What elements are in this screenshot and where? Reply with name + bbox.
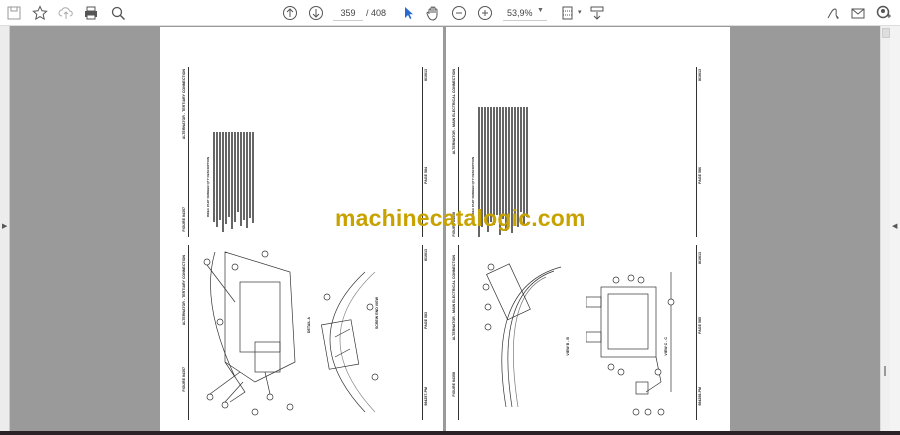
scroll-position-marker	[884, 366, 886, 376]
footer-rule	[696, 67, 697, 237]
parts-list	[213, 132, 254, 232]
view-label: VIEW B - B	[566, 337, 570, 356]
watermark: machinecatalogic.com	[335, 205, 586, 231]
toolbar: / 408 53,9% ▼ ▾	[0, 0, 900, 26]
print-icon[interactable]	[81, 3, 101, 23]
scroll-mode-icon[interactable]	[587, 3, 607, 23]
zoom-level-value: 53,9%	[507, 8, 533, 18]
footer-date: 8/19/13	[424, 69, 428, 81]
taskbar-strip	[0, 431, 900, 435]
figure-title: ALTERNATOR - MAIN ELECTRICAL CONNECTION	[452, 255, 456, 341]
bookmark-star-icon[interactable]	[30, 3, 50, 23]
view-b-drawing	[482, 263, 562, 408]
email-icon[interactable]	[848, 3, 868, 23]
save-icon[interactable]	[4, 3, 24, 23]
left-panel-toggle[interactable]: ▶	[0, 26, 10, 431]
figure-title: ALTERNATOR - TERTIARY CONNECTION	[182, 69, 186, 140]
chevron-down-icon[interactable]: ▼	[537, 7, 544, 14]
figure-label: FIGURE 84357	[182, 207, 186, 232]
footer-page: PAGE 586	[698, 167, 702, 184]
header-rule	[188, 245, 189, 420]
footer-date: 8/19/13	[424, 249, 428, 261]
right-panel-toggle[interactable]: ◀	[890, 26, 900, 431]
previous-page-button[interactable]	[280, 3, 300, 23]
scrollbar-thumb[interactable]	[882, 28, 890, 38]
alternator-detail-drawing	[203, 250, 296, 416]
hand-tool-icon[interactable]	[423, 3, 443, 23]
figure-label: FIGURE 84358	[452, 372, 456, 397]
page-fit-icon[interactable]	[558, 3, 578, 23]
footer-date: 8/19/13	[698, 252, 702, 264]
zoom-out-button[interactable]	[449, 3, 469, 23]
footer-rule	[696, 245, 697, 420]
expand-left-icon[interactable]: ◀	[892, 222, 897, 230]
footer-doc-number: 984258-PM	[698, 387, 702, 406]
select-cursor-icon[interactable]	[398, 3, 418, 23]
footer-page: PAGE 585	[698, 317, 702, 334]
header-rule	[458, 245, 459, 420]
header-rule	[188, 67, 189, 237]
footer-doc-number: 984257-PM	[424, 387, 428, 406]
footer-date: 8/19/13	[698, 69, 702, 81]
page-number-input[interactable]	[333, 5, 363, 21]
search-zoom-icon[interactable]	[108, 3, 128, 23]
add-user-icon[interactable]	[874, 3, 894, 23]
view-c-drawing	[586, 272, 675, 416]
zoom-in-button[interactable]	[475, 3, 495, 23]
upload-cloud-icon[interactable]	[56, 3, 76, 23]
screw-end-view-drawing	[321, 271, 379, 413]
page-total: / 408	[366, 8, 387, 18]
figure-label: FIGURE 84357	[182, 367, 186, 392]
footer-page: PAGE 583	[424, 312, 428, 329]
figure-title: ALTERNATOR - MAIN ELECTRICAL CONNECTION	[452, 69, 456, 155]
parts-list-header: INDEX PART NUMBER QTY DESCRIPTION	[206, 157, 210, 218]
vertical-scrollbar[interactable]	[880, 26, 890, 431]
next-page-button[interactable]	[306, 3, 326, 23]
footer-page: PAGE 584	[424, 167, 428, 184]
chevron-down-icon[interactable]: ▾	[578, 8, 582, 16]
sign-pen-icon[interactable]	[823, 3, 843, 23]
expand-right-icon[interactable]: ▶	[2, 222, 7, 230]
footer-rule	[422, 245, 423, 420]
figure-title: ALTERNATOR - TERTIARY CONNECTION	[182, 255, 186, 326]
